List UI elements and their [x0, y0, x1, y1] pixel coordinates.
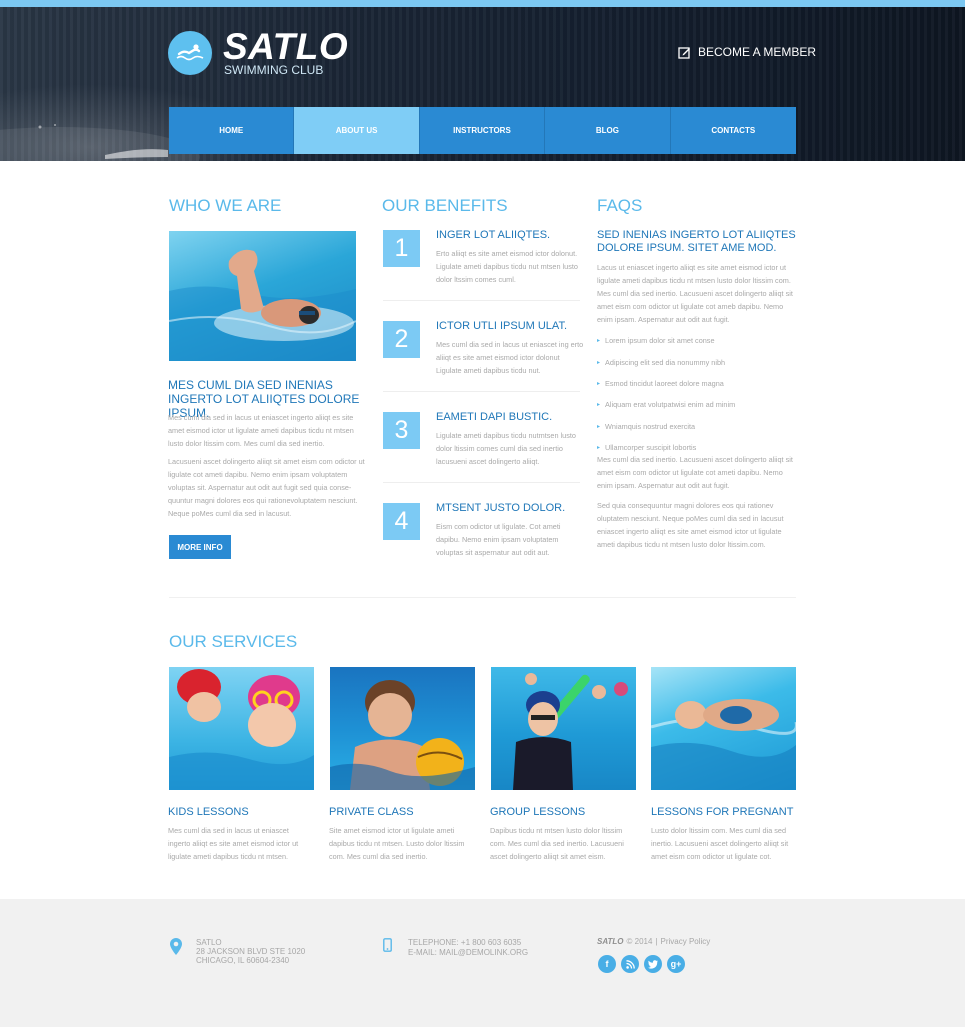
- kids-lessons-illustration: [169, 669, 314, 790]
- faq-list-label: Lorem ipsum dolor sit amet conse: [605, 336, 715, 346]
- faq-list-label: Wniamquis nostrud exercita: [605, 421, 696, 431]
- bullet-arrow-icon: ▸: [597, 402, 601, 409]
- group-lessons-illustration: [513, 673, 628, 790]
- benefit-number: 3: [383, 412, 420, 449]
- who-paragraph-2: Lacusueni ascet dolingerto aliiqt sit am…: [168, 457, 365, 518]
- faq-list-label: Aliquam erat volutpatwisi enim ad minim: [605, 400, 736, 410]
- service-text: Lusto dolor ltissim com. Mes cuml dia se…: [651, 826, 789, 861]
- mobile-phone-icon: [383, 938, 392, 952]
- faq-title: SED INENIAS INGERTO LOT ALIIQTES DOLORE …: [597, 229, 796, 254]
- faq-list-label: Adipiscing elit sed dia nonummy nibh: [605, 357, 726, 367]
- benefit-text: Erto aliiqt es site amet eismod ictor do…: [436, 249, 578, 284]
- logo[interactable]: [168, 31, 212, 75]
- faq-list-item[interactable]: ▸ Esmod tincidut laoreet dolore magna: [597, 373, 797, 394]
- social-links: f g+: [598, 955, 685, 973]
- location-pin-icon: [170, 938, 182, 955]
- nav-contacts[interactable]: CONTACTS: [670, 107, 796, 154]
- benefit-number: 2: [383, 321, 420, 358]
- private-class-photo[interactable]: [330, 667, 475, 790]
- lessons-for-pregnant-photo[interactable]: [651, 667, 796, 790]
- nav-blog[interactable]: BLOG: [545, 107, 671, 154]
- footer-copyright: SATLO © 2014 | Privacy Policy: [597, 937, 710, 947]
- swimmer-photo-illustration: [169, 249, 356, 361]
- nav-about-us[interactable]: ABOUT US: [294, 107, 420, 154]
- bullet-arrow-icon: ▸: [597, 359, 601, 366]
- footer-brand: SATLO: [597, 937, 624, 946]
- who-paragraph-1: Mes cuml dia sed in lacus ut eniascet in…: [168, 413, 354, 448]
- bullet-arrow-icon: ▸: [597, 445, 601, 452]
- faq-list-item[interactable]: ▸ Adipiscing elit sed dia nonummy nibh: [597, 351, 797, 372]
- benefit-text: Mes cuml dia sed in lacus ut eniascet in…: [436, 340, 584, 375]
- benefit-divider: [383, 391, 580, 392]
- service-text: Site amet eismod ictor ut ligulate ameti…: [329, 826, 465, 861]
- benefit-title[interactable]: EAMETI DAPI BUSTIC.: [436, 411, 586, 424]
- more-info-button[interactable]: MORE INFO: [169, 535, 231, 559]
- faq-list-item[interactable]: ▸ Aliquam erat volutpatwisi enim ad minim: [597, 394, 797, 415]
- top-strip: [0, 0, 965, 7]
- benefit-divider: [383, 300, 580, 301]
- rss-icon[interactable]: [621, 955, 639, 973]
- services-heading: OUR SERVICES: [169, 632, 298, 651]
- private-class-illustration: [330, 680, 475, 790]
- benefit-title[interactable]: INGER LOT ALIIQTES.: [436, 229, 586, 242]
- faq-paragraph-1: Lacus ut eniascet ingerto aliiqt es site…: [597, 263, 793, 324]
- service-title[interactable]: LESSONS FOR PREGNANT: [651, 806, 793, 819]
- bullet-arrow-icon: ▸: [597, 423, 601, 430]
- pregnant-lessons-illustration: [651, 699, 796, 790]
- footer-phone[interactable]: TELEPHONE: +1 800 603 6035: [408, 938, 521, 948]
- benefit-title[interactable]: ICTOR UTLI IPSUM ULAT.: [436, 320, 586, 333]
- logo-title[interactable]: SATLO: [223, 27, 348, 67]
- swimmer-icon: [176, 44, 204, 61]
- footer-email[interactable]: E-MAIL: MAIL@DEMOLINK.ORG: [408, 948, 528, 958]
- nav-home[interactable]: HOME: [169, 107, 295, 154]
- service-title[interactable]: PRIVATE CLASS: [329, 806, 414, 819]
- footer-separator: |: [655, 937, 658, 946]
- bullet-arrow-icon: ▸: [597, 380, 601, 387]
- footer-year: © 2014: [626, 937, 653, 946]
- service-text: Mes cuml dia sed in lacus ut eniascet in…: [168, 826, 299, 861]
- main-nav: HOME ABOUT US INSTRUCTORS BLOG CONTACTS: [169, 107, 796, 154]
- benefit-text: Ligulate ameti dapibus ticdu nutmtsen lu…: [436, 431, 576, 466]
- bullet-arrow-icon: ▸: [597, 338, 601, 345]
- facebook-icon[interactable]: f: [598, 955, 616, 973]
- benefits-heading: OUR BENEFITS: [382, 196, 508, 215]
- faq-paragraph-2: Mes cuml dia sed inertio. Lacusueni asce…: [597, 455, 793, 490]
- service-text: Dapibus ticdu nt mtsen lusto dolor ltiss…: [490, 826, 624, 861]
- become-member-label: BECOME A MEMBER: [698, 45, 817, 59]
- kids-lessons-photo[interactable]: [169, 667, 314, 790]
- faq-list-item[interactable]: ▸ Wniamquis nostrud exercita: [597, 416, 797, 437]
- nav-instructors[interactable]: INSTRUCTORS: [419, 107, 546, 154]
- become-member-link[interactable]: BECOME A MEMBER: [678, 45, 816, 59]
- who-heading: WHO WE ARE: [169, 196, 282, 215]
- benefit-number: 1: [383, 230, 420, 267]
- twitter-glyph: [648, 959, 658, 969]
- faq-list-item[interactable]: ▸ Lorem ipsum dolor sit amet conse: [597, 330, 797, 351]
- privacy-policy-link[interactable]: Privacy Policy: [661, 937, 711, 947]
- group-lessons-photo[interactable]: [491, 667, 636, 790]
- edit-icon: [678, 46, 690, 59]
- service-title[interactable]: KIDS LESSONS: [168, 806, 249, 819]
- footer-address-city: CHICAGO, IL 60604-2340: [196, 956, 290, 965]
- faq-paragraph-3: Sed quia consequuntur magni dolores eos …: [597, 501, 784, 549]
- benefit-number: 4: [383, 503, 420, 540]
- faq-list-label: Ullamcorper suscipit lobortis: [605, 443, 697, 453]
- benefit-divider: [383, 482, 580, 483]
- who-swimmer-photo: [169, 231, 356, 361]
- footer: [0, 899, 965, 1027]
- service-title[interactable]: GROUP LESSONS: [490, 806, 585, 819]
- faq-list-label: Esmod tincidut laoreet dolore magna: [605, 378, 724, 388]
- section-divider: [169, 597, 796, 598]
- benefit-title[interactable]: MTSENT JUSTO DOLOR.: [436, 502, 586, 515]
- benefit-text: Eism com odictor ut ligulate. Cot ameti …: [436, 522, 561, 557]
- faq-list: ▸ Lorem ipsum dolor sit amet conse ▸ Adipi…: [597, 330, 797, 458]
- rss-glyph: [625, 959, 635, 969]
- faqs-heading: FAQS: [597, 196, 643, 215]
- logo-tagline: SWIMMING CLUB: [224, 63, 324, 77]
- twitter-icon[interactable]: [644, 955, 662, 973]
- google-plus-icon[interactable]: g+: [667, 955, 685, 973]
